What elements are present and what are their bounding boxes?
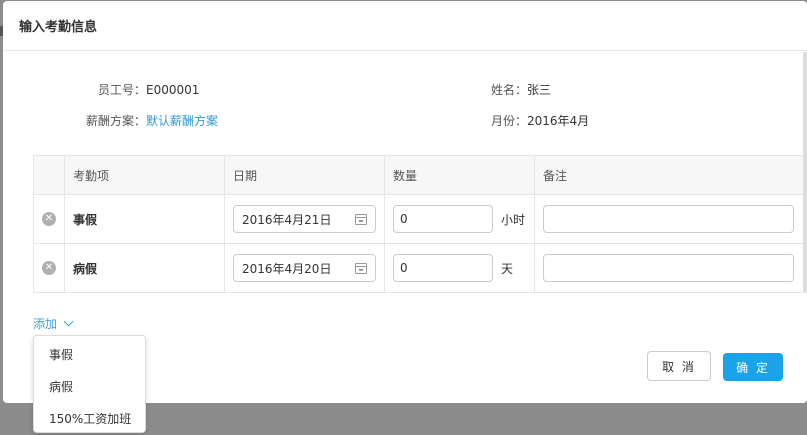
date-input[interactable]: 2016年4月20日 [233, 254, 376, 282]
quantity-value: 0 [400, 212, 408, 226]
calendar-icon[interactable] [355, 213, 367, 225]
calendar-icon[interactable] [355, 262, 367, 274]
dropdown-item-sick-leave[interactable]: 病假 [34, 371, 145, 403]
scrollbar[interactable] [803, 52, 807, 292]
salary-plan-field: 薪酬方案：默认薪酬方案 [86, 112, 218, 129]
type-cell: 事假 [64, 195, 224, 243]
cancel-button[interactable]: 取 消 [647, 351, 711, 381]
add-label: 添加 [33, 317, 58, 331]
type-cell: 病假 [64, 244, 224, 292]
remark-input[interactable] [543, 205, 794, 233]
date-value: 2016年4月20日 [242, 261, 332, 276]
quantity-unit: 天 [501, 261, 514, 276]
name-value: 张三 [527, 83, 552, 97]
remove-circle-icon[interactable]: ✕ [42, 212, 56, 226]
dropdown-item-overtime[interactable]: 150%工资加班 [34, 403, 145, 435]
quantity-input[interactable]: 0 [393, 205, 493, 233]
quantity-unit: 小时 [501, 212, 526, 227]
add-dropdown-trigger[interactable]: 添加 [33, 315, 74, 332]
date-input[interactable]: 2016年4月21日 [233, 205, 376, 233]
header-blank [33, 156, 64, 194]
table-row: ✕ 事假 2016年4月21日 0 小时 [33, 195, 807, 244]
table-row: ✕ 病假 2016年4月20日 0 天 [33, 244, 807, 293]
remove-cell: ✕ [33, 244, 64, 292]
date-value: 2016年4月21日 [242, 212, 332, 227]
date-cell: 2016年4月20日 [224, 244, 384, 292]
name-field: 姓名：张三 [491, 81, 551, 98]
header-type: 考勤项 [64, 156, 224, 194]
quantity-value: 0 [400, 261, 408, 275]
header-remark: 备注 [534, 156, 807, 194]
salary-plan-label: 薪酬方案： [86, 114, 147, 128]
quantity-input[interactable]: 0 [393, 254, 493, 282]
modal-header: 输入考勤信息 [3, 1, 807, 51]
dropdown-item-personal-leave[interactable]: 事假 [34, 339, 145, 371]
modal-title: 输入考勤信息 [19, 20, 98, 35]
quantity-cell: 0 小时 [384, 195, 534, 243]
header-date: 日期 [224, 156, 384, 194]
salary-plan-link[interactable]: 默认薪酬方案 [146, 114, 218, 128]
remove-cell: ✕ [33, 195, 64, 243]
header-quantity: 数量 [384, 156, 534, 194]
quantity-cell: 0 天 [384, 244, 534, 292]
remove-circle-icon[interactable]: ✕ [42, 261, 56, 275]
remark-input[interactable] [543, 254, 794, 282]
month-value: 2016年4月 [527, 114, 590, 128]
month-field: 月份：2016年4月 [491, 112, 589, 129]
name-label: 姓名： [491, 83, 528, 97]
employee-id-label: 员工号： [98, 83, 147, 97]
chevron-down-icon [63, 316, 74, 327]
remark-cell [534, 195, 807, 243]
ok-button[interactable]: 确 定 [723, 353, 783, 381]
employee-id-field: 员工号：E000001 [98, 81, 199, 98]
attendance-type: 事假 [73, 212, 98, 227]
add-dropdown-menu: 事假 病假 150%工资加班 [33, 335, 146, 433]
attendance-table: 考勤项 日期 数量 备注 ✕ 事假 2016年4月21日 0 小时 ✕ 病假 2… [33, 155, 807, 293]
remark-cell [534, 244, 807, 292]
attendance-type: 病假 [73, 261, 98, 276]
month-label: 月份： [491, 114, 528, 128]
table-header-row: 考勤项 日期 数量 备注 [33, 156, 807, 195]
employee-id-value: E000001 [146, 83, 200, 97]
date-cell: 2016年4月21日 [224, 195, 384, 243]
